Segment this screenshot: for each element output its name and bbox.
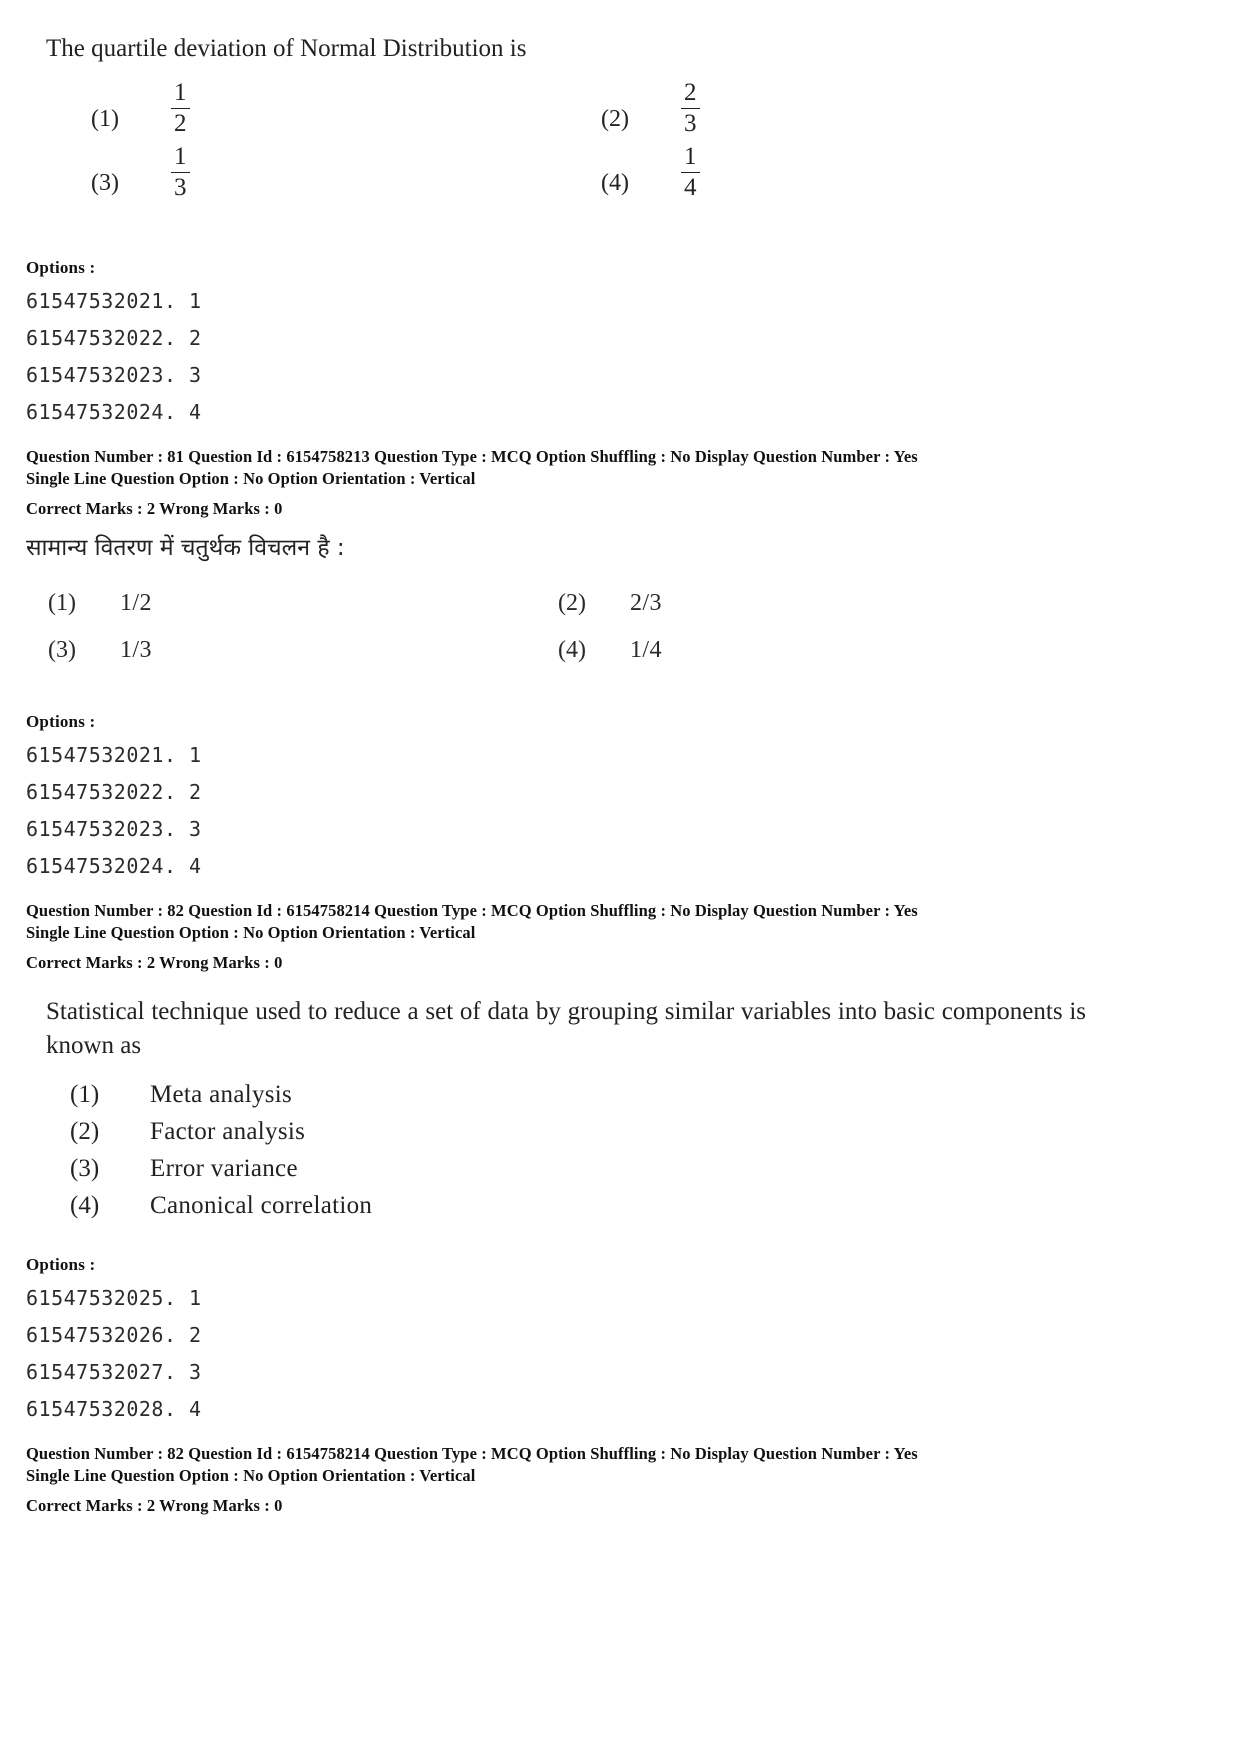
option-2[interactable]: (2) Factor analysis	[46, 1118, 1086, 1146]
option-1-fraction: 1 2	[169, 78, 192, 138]
option-4-value: 1/4	[630, 637, 662, 663]
options-id-list: 61547532025. 1 61547532026. 2 6154753202…	[26, 1286, 626, 1421]
option-3-value: 1/3	[120, 637, 152, 663]
option-3-label: (3)	[70, 1154, 100, 1182]
option-1-label: (1)	[48, 590, 76, 616]
option-id-item: 61547532025. 1	[26, 1286, 202, 1310]
question-81-hindi-block: सामान्य वितरण में चतुर्थक विचलन है : (1)…	[26, 530, 1176, 676]
meta-line-identity: Question Number : 82 Question Id : 61547…	[26, 1444, 918, 1463]
meta-line-options-config: Single Line Question Option : No Option …	[26, 469, 476, 489]
option-3[interactable]: (3) 1 3	[46, 142, 556, 202]
option-id-item: 61547532024. 4	[26, 854, 202, 878]
option-row-1: (1) 1 2 (2) 2 3	[46, 78, 1196, 138]
option-4[interactable]: (4) 1/4	[536, 637, 1046, 664]
fraction-bar-icon	[171, 172, 190, 174]
options-heading: Options :	[26, 712, 96, 731]
option-id-item: 61547532021. 1	[26, 743, 202, 767]
option-3-label: (3)	[91, 169, 119, 196]
meta-line-options-config: Single Line Question Option : No Option …	[26, 923, 476, 943]
option-1-value: 1/2	[120, 590, 152, 616]
option-1[interactable]: (1) 1 2	[46, 78, 556, 138]
option-4-numerator: 1	[684, 142, 697, 170]
question-81-options-id-block: Options : 61547532021. 1 61547532022. 2 …	[26, 258, 626, 437]
question-82-stem: Statistical technique used to reduce a s…	[46, 998, 1086, 1059]
option-row-2: (3) 1 3 (4) 1 4	[46, 142, 1196, 202]
fraction-bar-icon	[171, 108, 190, 110]
option-row-2: (3) 1/3 (4) 1/4	[26, 637, 1176, 664]
meta-line-identity: Question Number : 81 Question Id : 61547…	[26, 447, 918, 466]
option-1-denominator: 2	[174, 110, 187, 138]
options-id-list: 61547532021. 1 61547532022. 2 6154753202…	[26, 289, 626, 424]
option-1[interactable]: (1) 1/2	[26, 590, 536, 617]
option-3-denominator: 3	[174, 174, 187, 202]
option-3[interactable]: (3) 1/3	[26, 637, 536, 664]
option-2-fraction: 2 3	[679, 78, 702, 138]
option-id-item: 61547532021. 1	[26, 289, 202, 313]
option-4-label: (4)	[558, 637, 586, 663]
option-1-label: (1)	[91, 105, 119, 132]
question-82-meta-block-bottom: Question Number : 82 Question Id : 61547…	[26, 1443, 1206, 1516]
option-3[interactable]: (3) Error variance	[46, 1155, 1086, 1183]
question-82-options-id-block: Options : 61547532025. 1 61547532026. 2 …	[26, 1255, 626, 1434]
option-2-label: (2)	[601, 105, 629, 132]
meta-line-options-config: Single Line Question Option : No Option …	[26, 1466, 476, 1486]
option-1-value: Meta analysis	[150, 1080, 293, 1108]
meta-line-marks: Correct Marks : 2 Wrong Marks : 0	[26, 1496, 283, 1516]
option-2-denominator: 3	[684, 110, 697, 138]
option-4-fraction: 1 4	[679, 142, 702, 202]
option-id-item: 61547532028. 4	[26, 1397, 202, 1421]
option-3-value: Error variance	[150, 1154, 298, 1182]
option-id-item: 61547532026. 2	[26, 1323, 202, 1347]
option-1-label: (1)	[70, 1080, 100, 1108]
option-id-item: 61547532027. 3	[26, 1360, 202, 1384]
option-2[interactable]: (2) 2 3	[556, 78, 1066, 138]
option-1[interactable]: (1) Meta analysis	[46, 1081, 1086, 1109]
meta-line-marks: Correct Marks : 2 Wrong Marks : 0	[26, 953, 283, 973]
option-3-label: (3)	[48, 637, 76, 663]
question-81-stem: The quartile deviation of Normal Distrib…	[46, 35, 527, 62]
option-4[interactable]: (4) 1 4	[556, 142, 1066, 202]
options-heading: Options :	[26, 1255, 96, 1274]
exam-page: The quartile deviation of Normal Distrib…	[0, 0, 1240, 1754]
option-4-label: (4)	[70, 1191, 100, 1219]
option-2-label: (2)	[70, 1117, 100, 1145]
meta-line-identity: Question Number : 82 Question Id : 61547…	[26, 901, 918, 920]
option-2-numerator: 2	[684, 78, 697, 106]
option-id-item: 61547532024. 4	[26, 400, 202, 424]
option-2[interactable]: (2) 2/3	[536, 590, 1046, 617]
option-id-item: 61547532023. 3	[26, 363, 202, 387]
question-81-hindi-stem: सामान्य वितरण में चतुर्थक विचलन है :	[26, 535, 345, 561]
fraction-bar-icon	[681, 172, 700, 174]
question-81-meta-block: Question Number : 81 Question Id : 61547…	[26, 446, 1206, 519]
question-81-english-block: The quartile deviation of Normal Distrib…	[46, 32, 1196, 202]
option-id-item: 61547532023. 3	[26, 817, 202, 841]
question-82-meta-block-top: Question Number : 82 Question Id : 61547…	[26, 900, 1206, 973]
option-4-denominator: 4	[684, 174, 697, 202]
meta-line-marks: Correct Marks : 2 Wrong Marks : 0	[26, 499, 283, 519]
option-4-value: Canonical correlation	[150, 1191, 373, 1219]
question-82-english-block: Statistical technique used to reduce a s…	[46, 995, 1086, 1229]
option-3-fraction: 1 3	[169, 142, 192, 202]
fraction-bar-icon	[681, 108, 700, 110]
question-81-hindi-options-id-block: Options : 61547532021. 1 61547532022. 2 …	[26, 712, 626, 891]
option-4-label: (4)	[601, 169, 629, 196]
question-81-options: (1) 1 2 (2) 2 3 (3) 1 3 (4) 1 4	[46, 78, 1196, 202]
option-1-numerator: 1	[174, 78, 187, 106]
options-heading: Options :	[26, 258, 96, 277]
options-id-list: 61547532021. 1 61547532022. 2 6154753202…	[26, 743, 626, 878]
question-81-hindi-options: (1) 1/2 (2) 2/3 (3) 1/3 (4) 1/4	[26, 590, 1176, 664]
option-row-1: (1) 1/2 (2) 2/3	[26, 590, 1176, 617]
question-82-options: (1) Meta analysis (2) Factor analysis (3…	[46, 1081, 1086, 1220]
option-2-value: Factor analysis	[150, 1117, 306, 1145]
option-id-item: 61547532022. 2	[26, 780, 202, 804]
option-id-item: 61547532022. 2	[26, 326, 202, 350]
option-4[interactable]: (4) Canonical correlation	[46, 1192, 1086, 1220]
option-2-label: (2)	[558, 590, 586, 616]
option-3-numerator: 1	[174, 142, 187, 170]
option-2-value: 2/3	[630, 590, 662, 616]
